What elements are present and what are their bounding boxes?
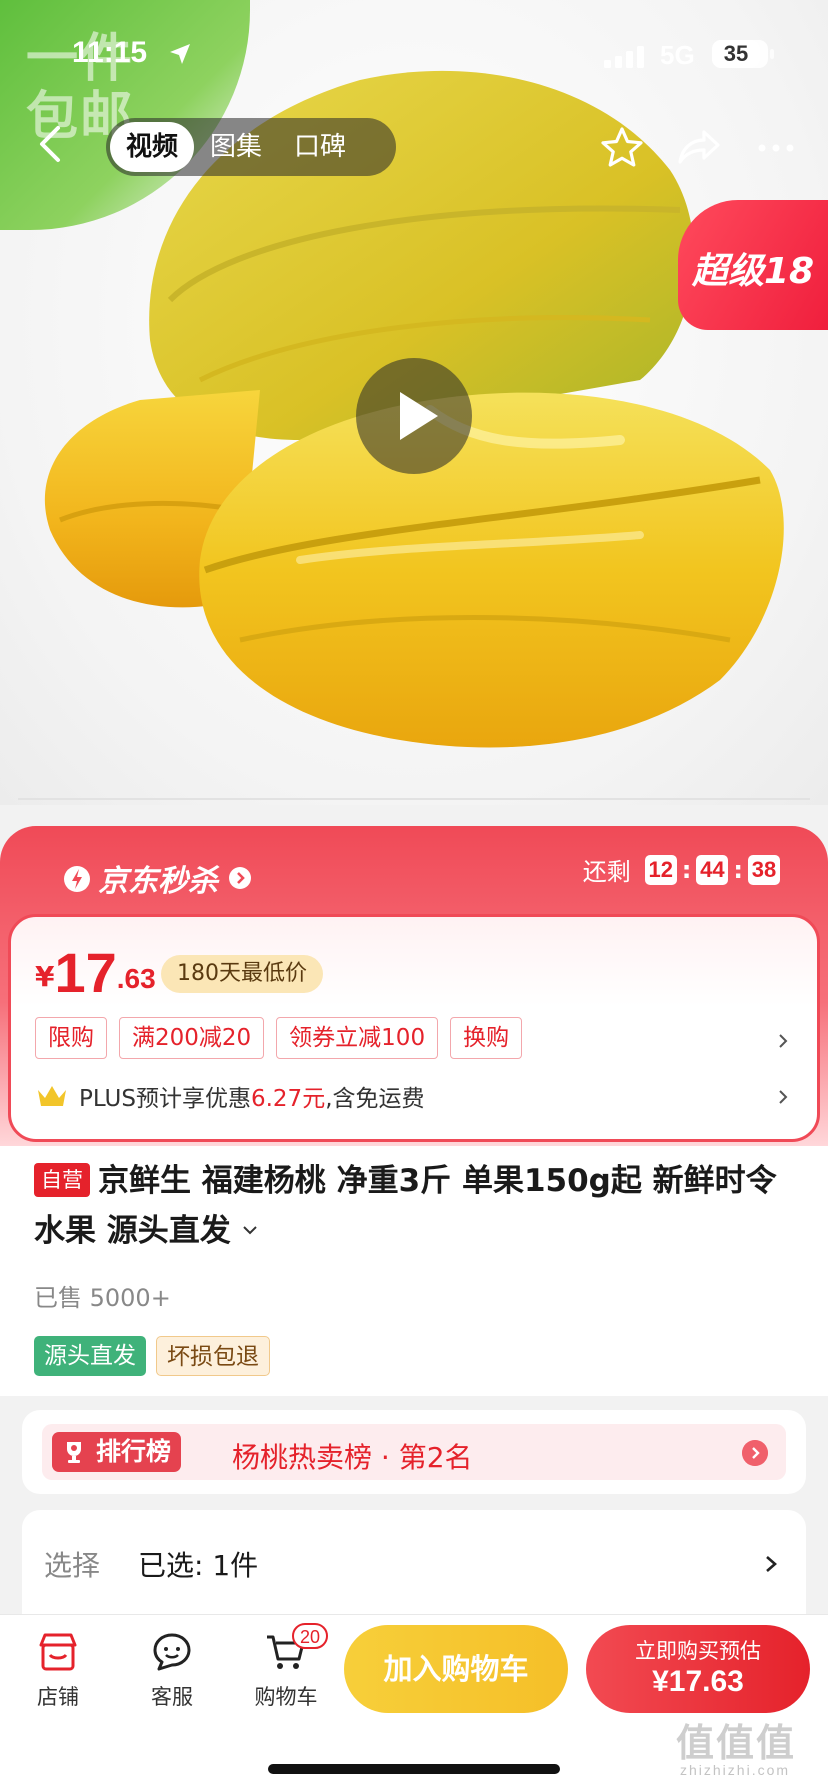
cart-label: 购物车 xyxy=(254,1685,318,1709)
alarm-bolt-icon xyxy=(64,866,90,892)
promo-tags[interactable]: 限购 满200减20 领券立减100 换购 xyxy=(35,1017,534,1059)
tab-video[interactable]: 视频 xyxy=(110,122,195,172)
plus-amount: 6.27元 xyxy=(250,1086,326,1112)
super-18-badge: 超级18 xyxy=(678,200,828,330)
status-time: 11:15 xyxy=(72,36,148,69)
shop-icon xyxy=(39,1633,77,1671)
cart-button[interactable]: 20 购物车 xyxy=(246,1623,328,1711)
countdown-hours: 12 xyxy=(644,854,677,885)
price-currency: ¥ xyxy=(35,960,55,993)
ranking-text: 杨桃热卖榜 · 第2名 xyxy=(232,1441,473,1474)
countdown-seconds: 38 xyxy=(748,854,780,885)
super-18-text: 超级18 xyxy=(692,251,815,292)
home-indicator xyxy=(268,1764,560,1774)
battery-level: 35 xyxy=(712,40,760,68)
product-info: 自营 京鲜生 福建杨桃 净重3斤 单果150g起 新鲜时令水果 源头直发 已售 5… xyxy=(0,1146,828,1396)
sold-count: 已售 5000+ xyxy=(34,1284,171,1312)
share-icon[interactable] xyxy=(674,124,722,172)
product-title-text: 京鲜生 福建杨桃 净重3斤 单果150g起 新鲜时令水果 源头直发 xyxy=(34,1163,777,1249)
gallery-progress xyxy=(18,798,810,800)
chevron-right-icon[interactable] xyxy=(775,1033,791,1049)
ranking-card[interactable]: 排行榜 杨桃热卖榜 · 第2名 xyxy=(22,1410,806,1494)
plus-prefix: PLUS预计享优惠 xyxy=(79,1086,251,1112)
price-decimal: .63 xyxy=(116,963,156,994)
selection-value: 已选: 1件 xyxy=(138,1549,259,1582)
plus-benefit[interactable]: PLUS预计享优惠 6.27元 ,含免运费 xyxy=(35,1079,425,1113)
watermark-url: zhizhizhi.com xyxy=(680,1762,791,1778)
crown-icon xyxy=(38,1086,66,1106)
price-card: ¥ 17 .63 180天最低价 限购 满200减20 领券立减100 换购 P… xyxy=(8,914,820,1142)
chevron-right-icon[interactable] xyxy=(775,1089,791,1105)
self-operated-tag: 自营 xyxy=(34,1163,90,1197)
chat-smile-icon xyxy=(153,1633,191,1671)
tab-gallery[interactable]: 图集 xyxy=(194,122,278,172)
back-arrow-icon[interactable] xyxy=(30,122,74,166)
countdown-minutes: 44 xyxy=(696,854,729,885)
cart-count-badge: 20 xyxy=(292,1623,328,1649)
selection-label: 选择 xyxy=(44,1549,101,1582)
price: ¥ 17 .63 xyxy=(35,945,156,1001)
play-icon xyxy=(400,392,438,440)
promo-tag[interactable]: 满200减20 xyxy=(119,1017,265,1059)
network-type: 5G xyxy=(660,40,695,70)
play-video-button[interactable] xyxy=(356,358,472,474)
media-tabs: 视频 图集 口碑 xyxy=(106,118,396,176)
price-integer: 17 xyxy=(54,941,117,1004)
signal-icon xyxy=(604,46,644,68)
tab-reviews[interactable]: 口碑 xyxy=(278,122,362,172)
service-tags: 源头直发 坏损包退 xyxy=(34,1336,270,1376)
damage-refund-tag: 坏损包退 xyxy=(156,1336,270,1376)
chevron-right-circle-icon xyxy=(229,867,251,889)
add-to-cart-button[interactable]: 加入购物车 xyxy=(344,1625,568,1713)
promo-tag[interactable]: 限购 xyxy=(35,1017,107,1059)
buy-now-price: ¥17.63 xyxy=(652,1665,744,1698)
lowest-price-tag: 180天最低价 xyxy=(161,955,323,993)
service-label: 客服 xyxy=(151,1685,193,1709)
flash-sale-title: 京东秒杀 xyxy=(98,864,218,899)
watermark: 值值值 xyxy=(676,1721,797,1765)
countdown-timer: 还剩 12 : 44 : 38 xyxy=(583,852,780,887)
ranking-badge: 排行榜 xyxy=(52,1432,182,1472)
battery-icon: 35 xyxy=(712,40,774,68)
product-title[interactable]: 自营 京鲜生 福建杨桃 净重3斤 单果150g起 新鲜时令水果 源头直发 xyxy=(34,1156,794,1256)
promo-tag[interactable]: 领券立减100 xyxy=(276,1017,439,1059)
product-gallery[interactable]: 一件 包邮 11:15 5G 35 视频 图集 口碑 超级18 xyxy=(0,0,828,805)
customer-service-button[interactable]: 客服 xyxy=(132,1629,212,1711)
promo-tag[interactable]: 换购 xyxy=(450,1017,523,1059)
direct-origin-tag: 源头直发 xyxy=(34,1336,146,1376)
chevron-right-circle-icon[interactable] xyxy=(742,1440,768,1466)
trophy-icon xyxy=(67,1442,81,1463)
buy-now-button[interactable]: 立即购买预估 ¥17.63 xyxy=(586,1625,810,1713)
countdown-label: 还剩 xyxy=(582,858,631,886)
shop-button[interactable]: 店铺 xyxy=(18,1629,98,1711)
flash-sale-brand[interactable]: 京东秒杀 xyxy=(60,856,252,900)
chevron-down-icon[interactable] xyxy=(241,1221,259,1239)
status-bar: 11:15 5G 35 xyxy=(0,0,828,100)
shop-label: 店铺 xyxy=(37,1685,79,1709)
buy-now-label: 立即购买预估 xyxy=(635,1639,761,1663)
location-arrow-icon xyxy=(170,44,190,64)
chevron-right-icon xyxy=(766,1556,777,1572)
ranking-badge-label: 排行榜 xyxy=(96,1437,172,1466)
selection-row[interactable]: 选择 已选: 1件 xyxy=(22,1510,806,1622)
plus-suffix: ,含免运费 xyxy=(325,1086,425,1112)
more-icon[interactable] xyxy=(752,124,800,172)
star-favorite-icon[interactable] xyxy=(598,124,646,172)
